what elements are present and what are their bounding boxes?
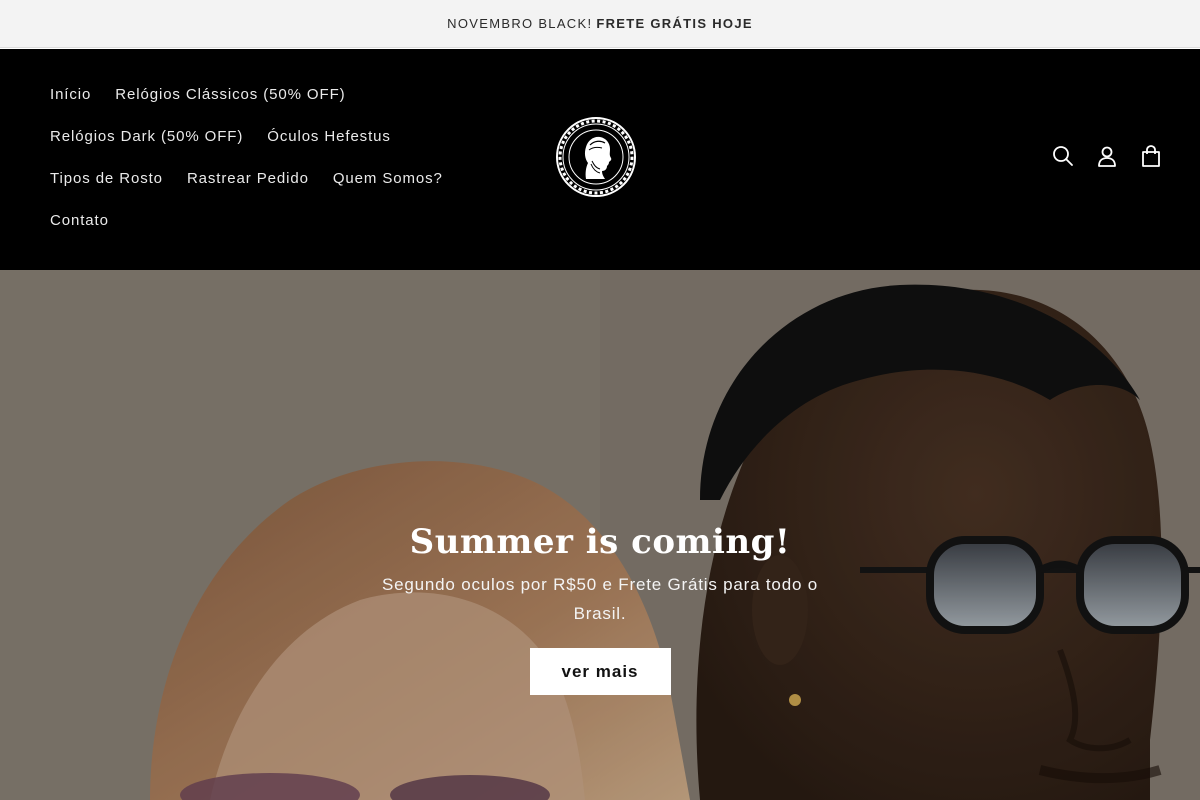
nav-row: Relógios Dark (50% OFF) Óculos Hefestus xyxy=(50,115,490,157)
nav-item-oculos-hefestus[interactable]: Óculos Hefestus xyxy=(267,128,391,145)
main-nav: Início Relógios Clássicos (50% OFF) Reló… xyxy=(50,73,490,241)
nav-item-rastrear-pedido[interactable]: Rastrear Pedido xyxy=(187,170,309,187)
nav-row: Contato xyxy=(50,199,490,241)
ver-mais-button[interactable]: ver mais xyxy=(529,648,671,695)
logo-home-link[interactable] xyxy=(556,117,636,197)
nav-item-quem-somos[interactable]: Quem Somos? xyxy=(333,170,443,187)
header-icons xyxy=(1052,145,1162,167)
nav-item-relogios-dark[interactable]: Relógios Dark (50% OFF) xyxy=(50,128,243,145)
site-header: Início Relógios Clássicos (50% OFF) Reló… xyxy=(0,49,1200,270)
account-icon[interactable] xyxy=(1096,145,1118,167)
hero-title: Summer is coming! xyxy=(409,522,791,562)
logo-emblem-icon xyxy=(556,117,636,197)
cart-icon[interactable] xyxy=(1140,145,1162,167)
nav-row: Início Relógios Clássicos (50% OFF) xyxy=(50,73,490,115)
nav-row: Tipos de Rosto Rastrear Pedido Quem Somo… xyxy=(50,157,490,199)
announcement-highlight: FRETE GRÁTIS HOJE xyxy=(596,16,753,31)
announcement-bar: NOVEMBRO BLACK! FRETE GRÁTIS HOJE xyxy=(0,0,1200,48)
nav-item-inicio[interactable]: Início xyxy=(50,86,91,103)
nav-item-contato[interactable]: Contato xyxy=(50,212,109,229)
nav-item-tipos-de-rosto[interactable]: Tipos de Rosto xyxy=(50,170,163,187)
hero-banner: Summer is coming! Segundo oculos por R$5… xyxy=(0,270,1200,800)
nav-item-relogios-classicos[interactable]: Relógios Clássicos (50% OFF) xyxy=(115,86,345,103)
hero-subtitle: Segundo oculos por R$50 e Frete Grátis p… xyxy=(382,575,818,623)
hero-content: Summer is coming! Segundo oculos por R$5… xyxy=(350,520,850,695)
announcement-prefix: NOVEMBRO BLACK! xyxy=(447,16,593,31)
search-icon[interactable] xyxy=(1052,145,1074,167)
